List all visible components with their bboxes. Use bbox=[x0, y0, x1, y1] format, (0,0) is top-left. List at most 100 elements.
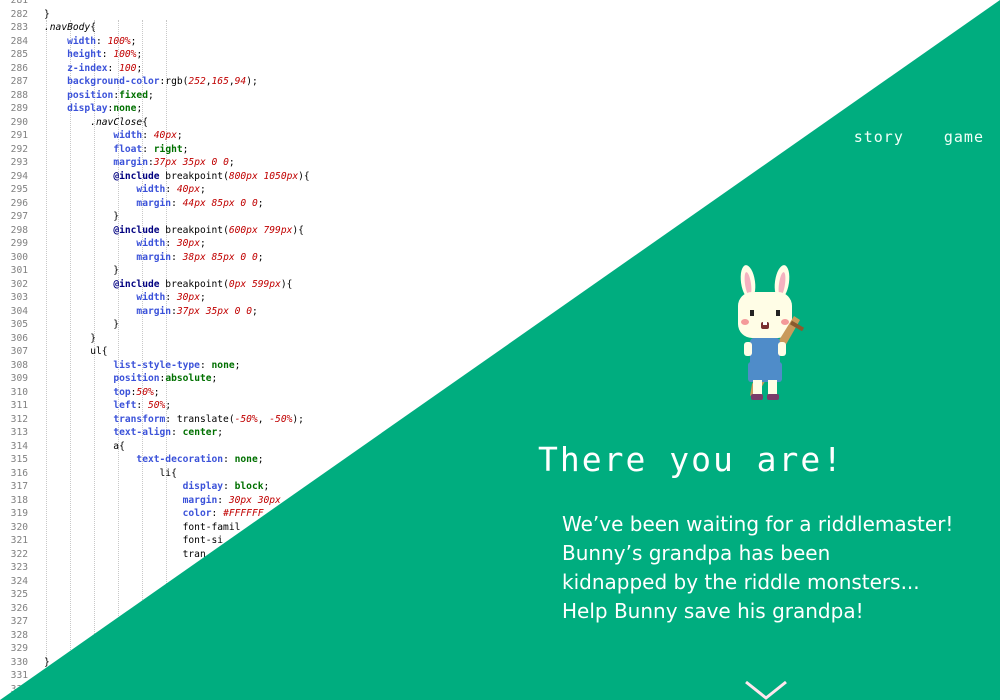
code-text: margin: 44px 85px 0 0; bbox=[136, 197, 264, 209]
line-number: 312 bbox=[10, 413, 28, 425]
code-text: display: block; bbox=[182, 481, 270, 492]
line-number: 281 bbox=[10, 0, 28, 6]
line-number: 319 bbox=[10, 508, 28, 519]
line-number: 313 bbox=[10, 427, 28, 438]
code-text: text-decoration: none; bbox=[136, 454, 264, 465]
code-text: margin: 30px 30px bbox=[182, 494, 281, 506]
code-text: @include breakpoint(800px 1050px){ bbox=[113, 170, 310, 182]
code-text: .navBody{ bbox=[44, 22, 96, 33]
nav-link-story[interactable]: story bbox=[854, 128, 904, 146]
landing-page: 281 282} 283 .navBody{ 284 width: 100%; 285 h… bbox=[0, 0, 1000, 700]
indent-guide bbox=[166, 20, 167, 660]
nav-link-game[interactable]: game bbox=[944, 128, 984, 146]
code-text: tran bbox=[44, 548, 206, 560]
line-number: 288 bbox=[10, 89, 28, 101]
code-text: z-index: 100; bbox=[67, 62, 143, 74]
line-number: 299 bbox=[10, 238, 28, 249]
code-text: display:none; bbox=[67, 103, 143, 114]
code-text: font-si bbox=[44, 535, 224, 546]
line-number: 293 bbox=[10, 157, 28, 168]
code-text: color: #FFFFFF bbox=[182, 508, 264, 519]
line-number: 284 bbox=[10, 35, 28, 47]
code-text: } bbox=[44, 211, 120, 222]
line-number: 316 bbox=[10, 467, 28, 479]
line-number: 282 bbox=[10, 8, 28, 20]
code-text: ul{ bbox=[44, 346, 108, 357]
line-number: 310 bbox=[10, 386, 28, 398]
code-text: } bbox=[44, 265, 120, 276]
code-text: text-align: center; bbox=[113, 427, 224, 438]
line-number: 327 bbox=[10, 616, 28, 627]
code-text: margin:37px 35px 0 0; bbox=[113, 157, 235, 168]
code-text: width: 30px; bbox=[136, 292, 206, 303]
line-number: 287 bbox=[10, 76, 28, 87]
line-number: 306 bbox=[10, 332, 28, 344]
code-text: @include breakpoint(0px 599px){ bbox=[113, 278, 293, 290]
line-number: 331 bbox=[10, 670, 28, 681]
line-number: 291 bbox=[10, 130, 28, 141]
line-number: 330 bbox=[10, 656, 28, 668]
line-number: 295 bbox=[10, 184, 28, 195]
line-number: 308 bbox=[10, 359, 28, 371]
line-number: 283 bbox=[10, 22, 28, 33]
line-number: 298 bbox=[10, 224, 28, 236]
line-number: 307 bbox=[10, 346, 28, 357]
line-number: 303 bbox=[10, 292, 28, 303]
line-number: 321 bbox=[10, 535, 28, 546]
line-number: 294 bbox=[10, 170, 28, 182]
line-number: 322 bbox=[10, 548, 28, 560]
line-number: 326 bbox=[10, 602, 28, 614]
chevron-down-icon[interactable] bbox=[744, 680, 788, 700]
line-number: 292 bbox=[10, 143, 28, 155]
code-text: position:absolute; bbox=[113, 373, 218, 384]
line-number: 285 bbox=[10, 49, 28, 60]
story-line: We’ve been waiting for a riddlemaster! bbox=[562, 512, 954, 536]
code-text: .navClose{ bbox=[90, 116, 148, 128]
line-number: 297 bbox=[10, 211, 28, 222]
code-text: position:fixed; bbox=[67, 89, 154, 101]
code-text: top:50%; bbox=[113, 386, 160, 398]
line-number: 305 bbox=[10, 319, 28, 330]
line-number: 304 bbox=[10, 305, 28, 317]
code-text: transform: translate(-50%, -50%); bbox=[113, 413, 304, 425]
line-number: 314 bbox=[10, 440, 28, 452]
code-text: a{ bbox=[44, 440, 125, 452]
line-number: 309 bbox=[10, 373, 28, 384]
line-number: 300 bbox=[10, 251, 28, 263]
code-text: height: 100%; bbox=[67, 49, 143, 60]
hero-story-text: We’ve been waiting for a riddlemaster! B… bbox=[562, 510, 982, 626]
line-number: 302 bbox=[10, 278, 28, 290]
code-text: width: 40px; bbox=[136, 184, 206, 195]
code-text: } bbox=[44, 332, 96, 344]
code-text: margin:37px 35px 0 0; bbox=[136, 305, 258, 317]
code-text: li{ bbox=[44, 467, 177, 479]
code-text: width: 30px; bbox=[136, 238, 206, 249]
line-number: 328 bbox=[10, 629, 28, 641]
code-text: font-famil bbox=[44, 521, 241, 533]
line-number: 320 bbox=[10, 521, 28, 533]
story-line: kidnapped by the riddle monsters... bbox=[562, 570, 920, 594]
code-text: width: 100%; bbox=[67, 35, 137, 47]
line-number: 318 bbox=[10, 494, 28, 506]
line-number: 324 bbox=[10, 575, 28, 587]
line-number: 296 bbox=[10, 197, 28, 209]
line-number: 311 bbox=[10, 400, 28, 411]
code-text: } bbox=[44, 8, 50, 20]
story-line: Bunny’s grandpa has been bbox=[562, 541, 831, 565]
code-text: list-style-type: none; bbox=[113, 359, 241, 371]
bunny-illustration bbox=[738, 265, 805, 400]
code-text: margin: 38px 85px 0 0; bbox=[136, 251, 264, 263]
code-text: left: 50%; bbox=[113, 400, 172, 411]
line-number: 301 bbox=[10, 265, 28, 276]
code-text: width: 40px; bbox=[113, 130, 183, 141]
top-nav: story game bbox=[854, 128, 984, 146]
code-text: background-color:rgb(252,165,94); bbox=[67, 76, 258, 87]
line-number: 317 bbox=[10, 481, 28, 492]
line-number: 289 bbox=[10, 103, 28, 114]
line-number: 286 bbox=[10, 62, 28, 74]
line-number: 325 bbox=[10, 589, 28, 600]
code-text: @include breakpoint(600px 799px){ bbox=[113, 224, 304, 236]
story-line: Help Bunny save his grandpa! bbox=[562, 599, 864, 623]
line-number: 323 bbox=[10, 562, 28, 573]
code-text: float: right; bbox=[113, 143, 189, 155]
